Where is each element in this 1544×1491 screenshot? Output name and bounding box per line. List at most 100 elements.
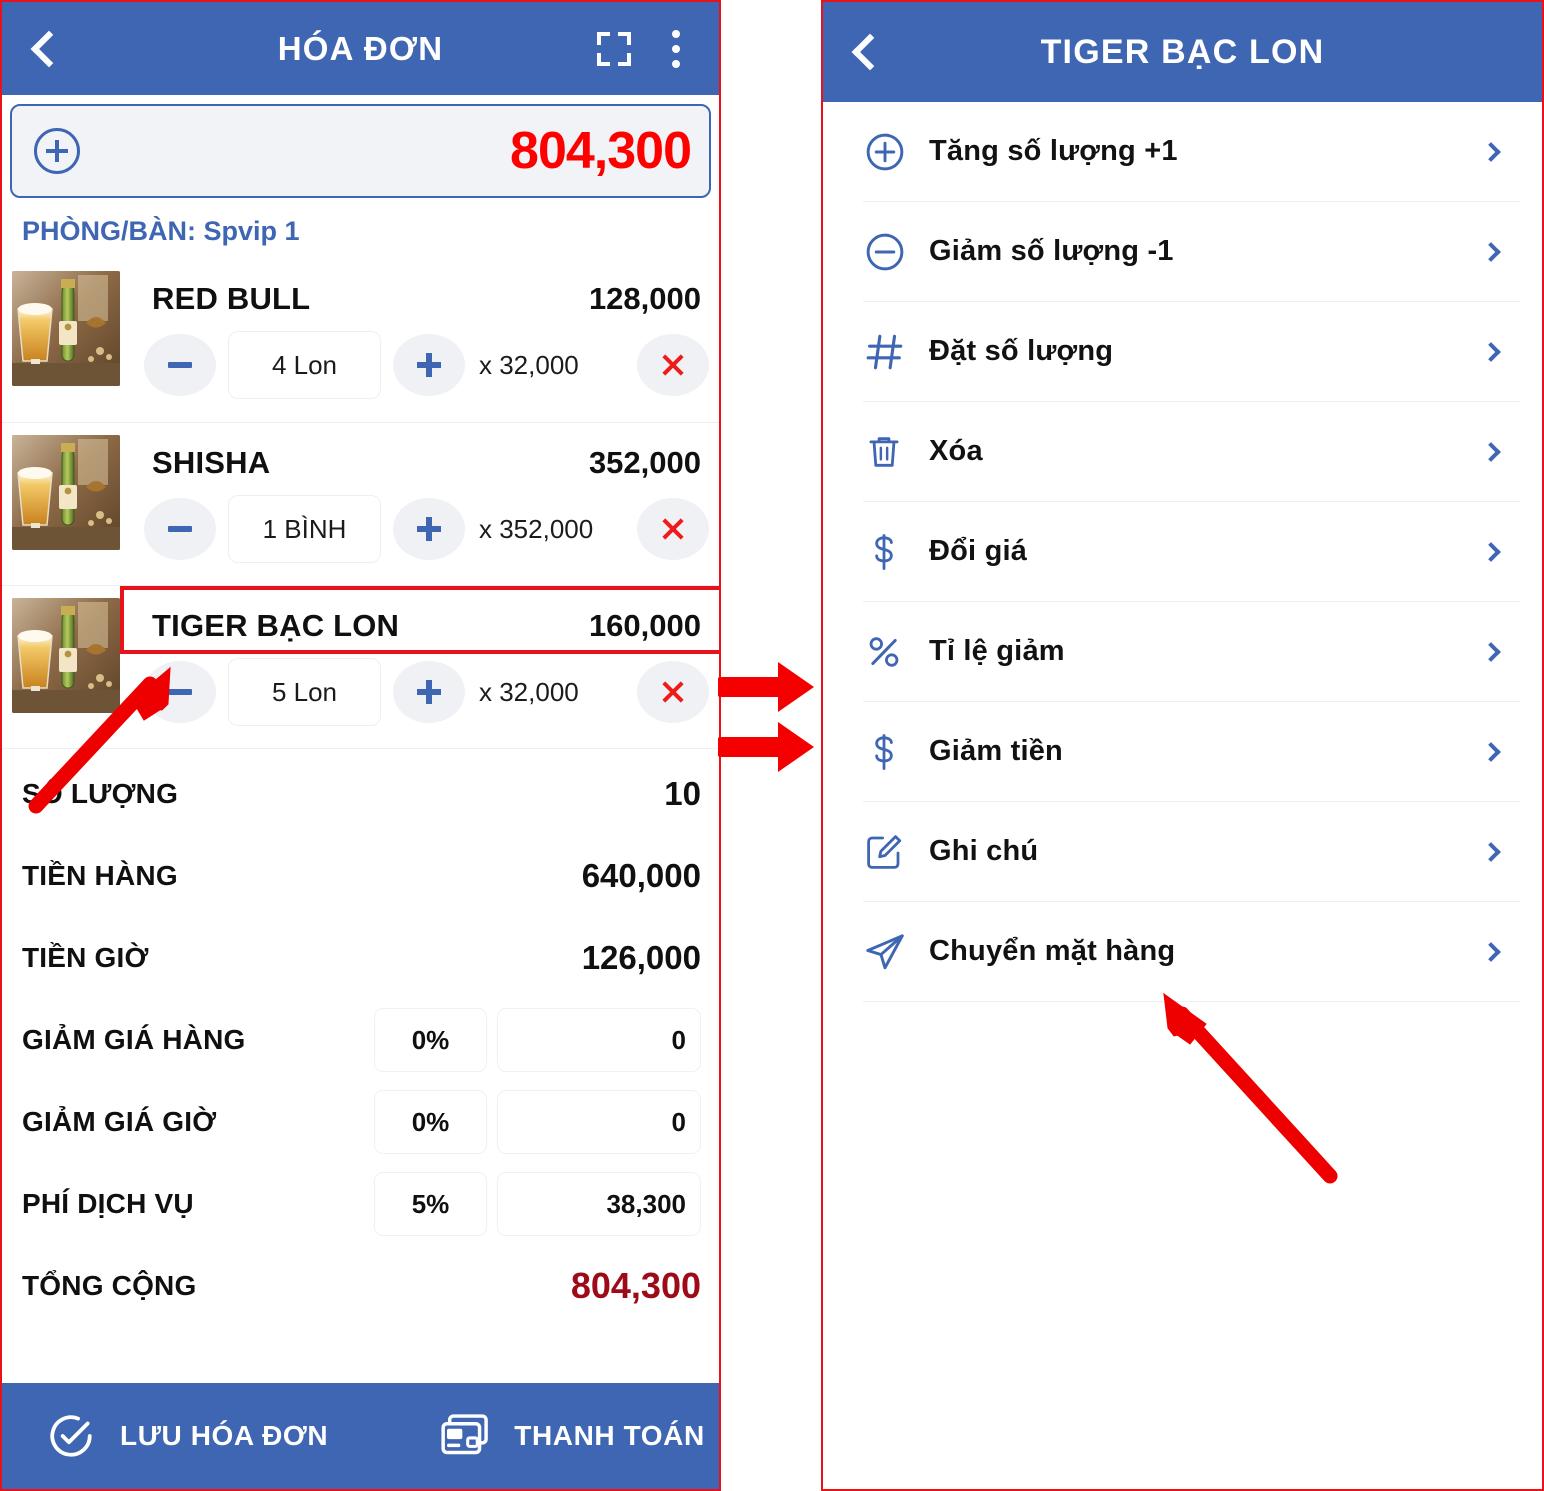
product-header: SHISHA 352,000 [144,429,709,485]
chevron-right-icon [1481,641,1501,662]
menu-item-discount-percent[interactable]: Tỉ lệ giảm [863,602,1520,702]
product-name: SHISHA [152,445,271,480]
invoice-appbar: HÓA ĐƠN [2,2,719,95]
product-details: TIGER BẠC LON 160,000 5 Lon x 32,000 [120,592,709,740]
chevron-right-icon [1481,341,1501,362]
product-header: TIGER BẠC LON 160,000 [144,592,709,648]
close-x-icon [660,679,686,705]
decrease-quantity-button[interactable] [144,661,216,723]
quantity-field[interactable]: 4 Lon [228,331,381,399]
increase-quantity-button[interactable] [393,334,465,396]
overflow-menu-icon [672,29,680,68]
remove-item-button[interactable] [637,334,709,396]
summary-row-service-fee: PHÍ DỊCH VỤ 5% 38,300 [22,1163,701,1245]
close-x-icon [660,516,686,542]
overflow-menu-button[interactable] [649,2,719,95]
room-table-label: PHÒNG/BÀN: Spvip 1 [22,216,300,246]
summary-fields: 0% 0 [374,1008,701,1072]
close-x-icon [660,352,686,378]
summary-row-goods-discount: GIẢM GIÁ HÀNG 0% 0 [22,999,701,1081]
menu-item-delete[interactable]: Xóa [863,402,1520,502]
decrease-quantity-button[interactable] [144,334,216,396]
plus-circle-icon [863,130,929,174]
invoice-total-card[interactable]: 804,300 [10,104,711,198]
summary-row-grand-total: TỔNG CỘNG 804,300 [22,1245,701,1327]
product-controls: 5 Lon x 32,000 [144,658,709,726]
menu-item-label: Đặt số lượng [929,335,1114,367]
time-discount-percent-field[interactable]: 0% [374,1090,487,1154]
percent-icon [863,631,929,673]
quantity-field[interactable]: 1 BÌNH [228,495,381,563]
product-line-total: 160,000 [588,608,701,643]
product-row[interactable]: RED BULL 128,000 4 Lon x 32,000 [2,259,719,422]
scan-button[interactable] [579,2,649,95]
product-header: RED BULL 128,000 [144,265,709,321]
plus-circle-icon[interactable] [34,128,80,174]
menu-item-label: Đổi giá [929,535,1028,567]
goods-discount-percent-field[interactable]: 0% [374,1008,487,1072]
service-fee-amount-field[interactable]: 38,300 [497,1172,701,1236]
summary-value: 640,000 [581,857,701,894]
menu-item-decrease-quantity[interactable]: Giảm số lượng -1 [863,202,1520,302]
menu-item-label: Tăng số lượng +1 [929,135,1178,167]
invoice-bottom-bar: LƯU HÓA ĐƠN THANH TOÁN [2,1383,719,1489]
product-row[interactable]: TIGER BẠC LON 160,000 5 Lon x 32,000 [2,585,719,748]
back-button[interactable] [2,2,88,95]
summary-fields: 5% 38,300 [374,1172,701,1236]
invoice-panel: HÓA ĐƠN 804,300 PHÒNG/BÀN: Spvip 1 RED B… [0,0,721,1491]
menu-item-label: Giảm tiền [929,735,1063,767]
menu-item-label: Xóa [929,435,983,467]
unit-price-label: x 32,000 [479,349,579,380]
plus-icon [417,517,441,541]
dollar-icon [863,531,929,573]
product-row[interactable]: SHISHA 352,000 1 BÌNH x 352,000 [2,422,719,585]
service-fee-percent-field[interactable]: 5% [374,1172,487,1236]
quantity-field[interactable]: 5 Lon [228,658,381,726]
goods-discount-amount-field[interactable]: 0 [497,1008,701,1072]
minus-icon [168,362,192,368]
menu-item-set-quantity[interactable]: Đặt số lượng [863,302,1520,402]
minus-circle-icon [863,230,929,274]
time-discount-amount-field[interactable]: 0 [497,1090,701,1154]
chevron-left-icon [30,30,68,67]
product-name: RED BULL [152,281,311,316]
product-thumbnail [12,271,120,386]
item-actions-title: TIGER BẠC LON [1040,32,1325,71]
increase-quantity-button[interactable] [393,661,465,723]
chevron-left-icon [851,33,889,71]
menu-item-increase-quantity[interactable]: Tăng số lượng +1 [863,102,1520,202]
menu-item-change-price[interactable]: Đổi giá [863,502,1520,602]
fullscreen-scan-icon [597,31,631,66]
payment-button[interactable]: THANH TOÁN [440,1413,705,1459]
item-actions-menu: Tăng số lượng +1 Giảm số lượng -1 Đặt số… [823,102,1542,1002]
menu-item-transfer-item[interactable]: Chuyển mặt hàng [863,902,1520,1002]
hash-icon [863,330,929,374]
product-line-total: 128,000 [588,281,701,316]
product-details: RED BULL 128,000 4 Lon x 32,000 [120,265,709,414]
double-right-arrow-icon [712,662,814,772]
back-button[interactable] [823,2,909,102]
summary-row-time-amount: TIỀN GIỜ 126,000 [22,917,701,999]
menu-item-note[interactable]: Ghi chú [863,802,1520,902]
menu-item-discount-amount[interactable]: Giảm tiền [863,702,1520,802]
increase-quantity-button[interactable] [393,498,465,560]
send-paper-plane-icon [863,930,929,974]
product-thumbnail [12,435,120,550]
remove-item-button[interactable] [637,498,709,560]
chevron-right-icon [1481,541,1501,562]
flow-arrows-annotation [712,648,828,796]
summary-value: 126,000 [581,939,701,976]
item-actions-appbar: TIGER BẠC LON [823,2,1542,102]
product-controls: 4 Lon x 32,000 [144,331,709,399]
check-circle-icon [50,1415,92,1457]
product-line-total: 352,000 [588,445,701,480]
summary-value: 10 [664,775,701,812]
plus-icon [417,680,441,704]
menu-item-label: Ghi chú [929,835,1039,867]
summary-fields: 0% 0 [374,1090,701,1154]
product-list: RED BULL 128,000 4 Lon x 32,000 SHISHA 3… [2,259,719,748]
save-invoice-button[interactable]: LƯU HÓA ĐƠN [46,1411,328,1461]
remove-item-button[interactable] [637,661,709,723]
decrease-quantity-button[interactable] [144,498,216,560]
item-actions-panel: TIGER BẠC LON Tăng số lượng +1 Giảm số l… [821,0,1544,1491]
